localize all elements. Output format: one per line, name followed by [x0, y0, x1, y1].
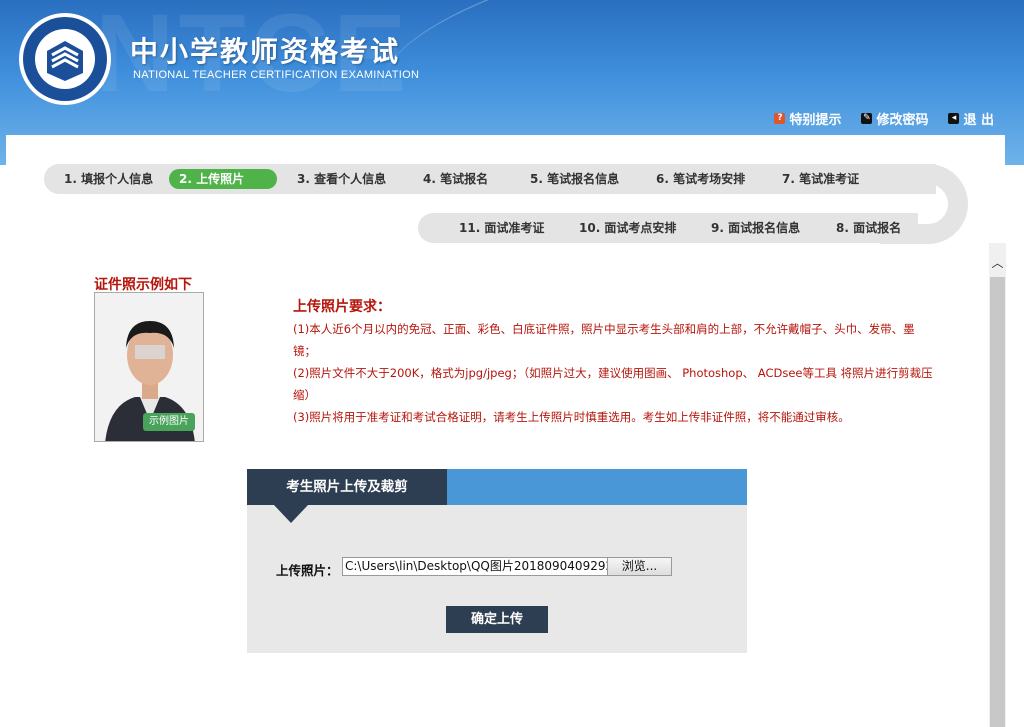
special-notice-label: 特别提示: [789, 113, 842, 128]
logout-link[interactable]: ◂ 退 出: [948, 109, 994, 128]
upload-panel-tab: 考生照片上传及裁剪: [247, 469, 447, 505]
step-7-written-admission-ticket[interactable]: 7. 笔试准考证: [782, 169, 859, 189]
ntce-logo-icon: [19, 13, 111, 105]
step-9-interview-registration-info[interactable]: 9. 面试报名信息: [711, 218, 800, 238]
browse-button[interactable]: 浏览...: [607, 557, 672, 576]
step-4-written-registration[interactable]: 4. 笔试报名: [423, 169, 488, 189]
tab-pointer-icon: [274, 505, 308, 523]
step-5-written-registration-info[interactable]: 5. 笔试报名信息: [530, 169, 619, 189]
change-password-label: 修改密码: [876, 113, 929, 128]
step-10-interview-site-arrangement[interactable]: 10. 面试考点安排: [579, 218, 676, 238]
exit-icon: ◂: [948, 113, 960, 124]
requirement-item: (3)照片将用于准考证和考试合格证明，请考生上传照片时慎重选用。考生如上传非证件…: [293, 410, 850, 424]
site-subtitle: NATIONAL TEACHER CERTIFICATION EXAMINATI…: [133, 69, 420, 81]
file-path-input[interactable]: C:\Users\lin\Desktop\QQ图片2018090409292: [342, 557, 608, 576]
password-icon: ✎: [861, 113, 873, 124]
upload-panel: 考生照片上传及裁剪 上传照片： C:\Users\lin\Desktop\QQ图…: [247, 469, 747, 653]
requirement-item: (2)照片文件不大于200K，格式为jpg/jpeg；（如照片过大，建议使用图画…: [293, 366, 933, 402]
scroll-up-icon[interactable]: ︿: [989, 253, 1006, 273]
special-notice-link[interactable]: ? 特别提示: [774, 109, 841, 128]
sample-photo-title: 证件照示例如下: [94, 277, 192, 293]
change-password-link[interactable]: ✎ 修改密码: [861, 109, 928, 128]
confirm-upload-button[interactable]: 确定上传: [446, 606, 548, 633]
site-title: 中小学教师资格考试: [130, 35, 401, 68]
step-8-interview-registration[interactable]: 8. 面试报名: [836, 218, 901, 238]
sample-badge: 示例图片: [143, 413, 195, 431]
step-3-view-info[interactable]: 3. 查看个人信息: [297, 169, 386, 189]
scroll-thumb[interactable]: [990, 277, 1005, 727]
notice-icon: ?: [774, 113, 786, 124]
requirements-text: (1)本人近6个月以内的免冠、正面、彩色、白底证件照，照片中显示考生头部和肩的上…: [293, 318, 933, 428]
top-links: ? 特别提示 ✎ 修改密码 ◂ 退 出: [774, 109, 994, 128]
logout-label: 退 出: [963, 113, 994, 128]
step-2-upload-photo[interactable]: 2. 上传照片: [169, 169, 277, 189]
step-1-personal-info[interactable]: 1. 填报个人信息: [64, 169, 153, 189]
step-11-interview-admission-ticket[interactable]: 11. 面试准考证: [459, 218, 544, 238]
step-6-written-room-arrangement[interactable]: 6. 笔试考场安排: [656, 169, 745, 189]
requirement-item: (1)本人近6个月以内的免冠、正面、彩色、白底证件照，照片中显示考生头部和肩的上…: [293, 322, 915, 358]
requirements-title: 上传照片要求：: [293, 299, 391, 315]
sample-id-photo: 示例图片: [94, 292, 204, 442]
vertical-scrollbar[interactable]: ︿: [989, 243, 1006, 727]
upload-photo-label: 上传照片：: [276, 563, 339, 578]
